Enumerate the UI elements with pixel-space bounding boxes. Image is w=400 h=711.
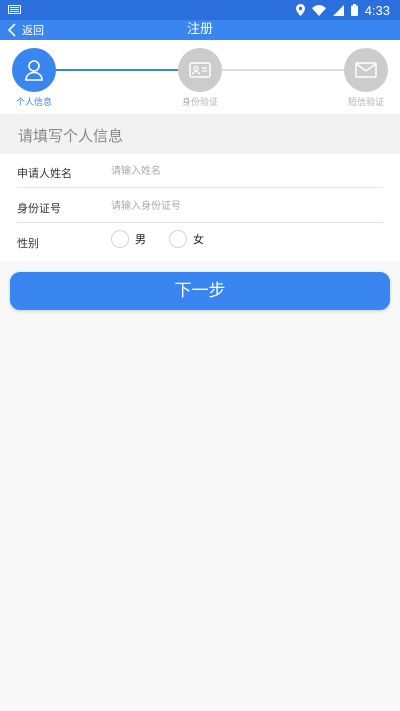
next-step-button[interactable]: 下一步 <box>10 272 390 310</box>
gender-radio-male[interactable]: 男 <box>111 230 146 248</box>
chevron-left-icon <box>8 23 16 37</box>
step-circle <box>178 48 222 92</box>
id-card-icon <box>189 62 211 78</box>
step-sms-verification: 短信验证 <box>336 48 396 108</box>
status-bar: 4:33 <box>0 0 400 20</box>
status-icons: 4:33 <box>295 0 390 20</box>
title-bar: 返回 注册 <box>0 20 400 40</box>
keyboard-icon <box>8 5 21 14</box>
back-button[interactable]: 返回 <box>8 20 44 40</box>
progress-stepper: 个人信息 身份验证 短信验证 <box>0 40 400 114</box>
page-title: 注册 <box>186 22 213 37</box>
name-label: 申请人姓名 <box>17 167 72 180</box>
back-label: 返回 <box>22 24 44 37</box>
signal-icon <box>332 4 344 16</box>
form-row-id-number: 身份证号 <box>17 189 383 223</box>
envelope-icon <box>355 62 377 78</box>
step-personal-info: 个人信息 <box>4 48 64 108</box>
id-number-input[interactable] <box>111 195 371 217</box>
radio-circle[interactable] <box>111 230 129 248</box>
radio-label: 女 <box>193 233 204 246</box>
gender-label: 性别 <box>17 237 39 250</box>
personal-info-form: 申请人姓名 身份证号 性别 男 女 <box>0 154 400 261</box>
wifi-icon <box>311 4 326 16</box>
radio-label: 男 <box>135 233 146 246</box>
section-header: 请填写个人信息 <box>0 114 400 154</box>
radio-circle[interactable] <box>169 230 187 248</box>
gender-radio-female[interactable]: 女 <box>169 230 204 248</box>
status-time: 4:33 <box>364 2 390 18</box>
id-number-label: 身份证号 <box>17 202 61 215</box>
step-connector-2 <box>222 69 344 71</box>
step-circle <box>12 48 56 92</box>
step-connector-1 <box>56 69 178 71</box>
person-icon <box>25 60 43 81</box>
battery-icon <box>350 4 358 16</box>
step-label: 短信验证 <box>347 98 384 108</box>
name-input[interactable] <box>111 160 371 182</box>
step-label: 身份验证 <box>181 98 218 108</box>
form-row-gender: 性别 男 女 <box>17 224 383 258</box>
step-label: 个人信息 <box>15 98 52 108</box>
form-row-name: 申请人姓名 <box>17 154 383 188</box>
section-title: 请填写个人信息 <box>18 127 124 145</box>
step-circle <box>344 48 388 92</box>
location-icon <box>295 4 305 16</box>
step-identity-verification: 身份验证 <box>170 48 230 108</box>
